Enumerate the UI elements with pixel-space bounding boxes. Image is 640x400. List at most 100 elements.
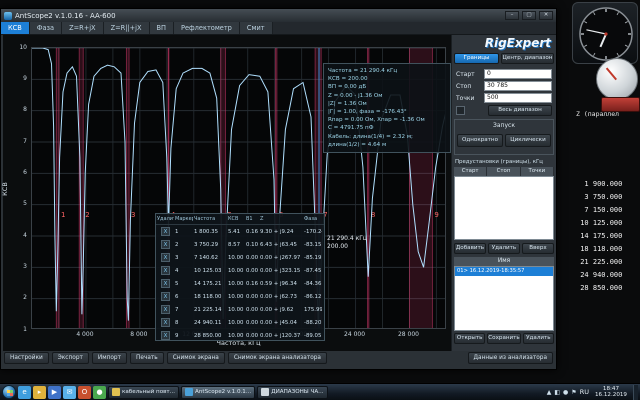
marker-cell: 10 125.03 — [193, 268, 227, 274]
delete-name-button[interactable]: Удалить — [523, 333, 554, 344]
tab-1[interactable]: Фаза — [30, 22, 62, 34]
marker-delete-cell: X — [156, 292, 174, 301]
media-player-icon[interactable]: ▶ — [48, 386, 61, 399]
marker-table: УдалитьМаркерЧастотаКСВВ1ZФазаX11 800.35… — [155, 213, 325, 341]
field-input-1[interactable]: 30 785 — [484, 81, 552, 91]
tab-4[interactable]: ВП — [150, 22, 174, 34]
delete-marker-button[interactable]: X — [161, 331, 170, 340]
settings-button[interactable]: Настройки — [4, 352, 49, 364]
field-input-2[interactable]: 500 — [484, 93, 552, 103]
import-button[interactable]: Импорт — [92, 352, 127, 364]
delete-marker-button[interactable]: X — [161, 292, 170, 301]
bounds-mode-button[interactable]: Границы — [454, 53, 499, 64]
marker-row: X11 800.355.410.169.30 + j9.24-170.24 — [156, 225, 324, 238]
tab-bar: КСВФазаZ=R+jXZ=R||+jXВПРефлектометрСмит — [1, 22, 556, 35]
marker-cell: 0.00 — [245, 255, 259, 261]
run-single-button[interactable]: Однократно — [457, 134, 503, 147]
marker-cell: 5.41 — [227, 229, 245, 235]
run-cyclic-button[interactable]: Циклически — [505, 134, 551, 147]
folder-explorer-icon[interactable]: ▸ — [33, 386, 46, 399]
screenshot-button[interactable]: Снимок экрана — [167, 352, 225, 364]
close-button[interactable]: ✕ — [539, 11, 553, 20]
taskbar-window-button[interactable]: ДИАПАЗОНЫ ЧА... — [257, 386, 327, 399]
export-button[interactable]: Экспорт — [52, 352, 89, 364]
start-button[interactable] — [2, 385, 16, 399]
taskbar-window-button[interactable]: AntScope2 v.1.0.1... — [181, 386, 255, 399]
marker-cell: 175.99 — [303, 307, 322, 313]
marker-cell: 0.00 — [245, 268, 259, 274]
center-span-mode-button[interactable]: Центр, диапазон — [501, 53, 554, 64]
marker-cell: -86.12 — [303, 294, 322, 300]
taskbar-windows: кабельный повт... AntScope2 v.1.0.1...ДИА… — [108, 386, 328, 399]
run-group: Запуск Однократно Циклически — [454, 119, 554, 155]
tab-6[interactable]: Смит — [240, 22, 273, 34]
delete-marker-button[interactable]: X — [161, 266, 170, 275]
presets-list[interactable] — [454, 176, 554, 240]
delete-marker-button[interactable]: X — [161, 240, 170, 249]
minimize-button[interactable]: – — [505, 11, 519, 20]
maximize-button[interactable]: ▢ — [522, 11, 536, 20]
analyzer-data-button[interactable]: Данные из анализатора — [468, 352, 554, 364]
marker-cell: 0.00 — [245, 307, 259, 313]
gauge-gadget[interactable] — [596, 58, 638, 100]
delete-marker-button[interactable]: X — [161, 253, 170, 262]
marker-cell: 0.00 — [245, 294, 259, 300]
side-panel: RigExpert Границы Центр, диапазон Весь д… — [451, 35, 556, 351]
marker-cell: 10.00 — [227, 320, 245, 326]
up-preset-button[interactable]: Вверх — [522, 243, 554, 254]
delete-marker-button[interactable]: X — [161, 305, 170, 314]
marker-delete-cell: X — [156, 227, 174, 236]
quick-launch: e▸▶✉O● — [18, 386, 106, 399]
delete-marker-button[interactable]: X — [161, 227, 170, 236]
antscope-window: AntScope2 v.1.0.16 - AA-600 – ▢ ✕ КСВФаз… — [0, 8, 557, 370]
language-indicator[interactable]: RU — [580, 388, 589, 396]
tray-icon[interactable]: ⚑ — [571, 389, 576, 396]
print-button[interactable]: Печать — [130, 352, 164, 364]
tray-icon[interactable]: ▲ — [547, 389, 552, 396]
full-range-button[interactable]: Весь диапазон — [488, 105, 552, 116]
rigexpert-logo: RigExpert — [485, 36, 551, 50]
save-button[interactable]: Сохранить — [487, 333, 520, 344]
marker-table-header-row: УдалитьМаркерЧастотаКСВВ1ZФаза — [156, 214, 324, 225]
taskbar-window-label: кабельный повт... — [122, 389, 175, 395]
field-input-0[interactable]: 0 — [484, 69, 552, 79]
marker-cell: 9.30 + j9.24 — [259, 229, 303, 235]
internet-explorer-icon[interactable]: e — [18, 386, 31, 399]
presets-buttons: ДобавитьУдалитьВверх — [454, 243, 554, 254]
tab-3[interactable]: Z=R||+jX — [104, 22, 150, 34]
x-tick-label: 24 000 — [344, 331, 365, 338]
tab-5[interactable]: Рефлектометр — [174, 22, 240, 34]
green-app-icon[interactable]: ● — [93, 386, 106, 399]
office-app-icon[interactable]: O — [78, 386, 91, 399]
marker-table-header: Удалить — [156, 216, 174, 222]
show-desktop-button[interactable] — [633, 385, 638, 400]
tab-2[interactable]: Z=R+jX — [62, 22, 104, 34]
tray-icon[interactable]: ● — [563, 389, 568, 396]
marker-cell: 1 800.35 — [193, 229, 227, 235]
marker-cell: 0.10 — [245, 242, 259, 248]
delete-marker-button[interactable]: X — [161, 279, 170, 288]
marker-cell: 0.16 — [245, 229, 259, 235]
add-preset-button[interactable]: Добавить — [454, 243, 486, 254]
presets-title: Предустановки (границы), кГц — [455, 159, 543, 165]
mail-icon[interactable]: ✉ — [63, 386, 76, 399]
analog-clock — [573, 3, 639, 65]
marker-cell: 0.00 + j45.04 — [259, 320, 303, 326]
clock-gadget[interactable] — [572, 2, 638, 64]
run-group-title: Запуск — [455, 122, 553, 129]
tab-0[interactable]: КСВ — [1, 22, 30, 34]
taskbar-clock[interactable]: 18:47 16.12.2019 — [592, 386, 630, 399]
marker-row: X721 225.1410.000.000.00 + j9.62175.99 — [156, 303, 324, 316]
taskbar-window-button[interactable]: кабельный повт... — [108, 386, 179, 399]
delete-marker-button[interactable]: X — [161, 318, 170, 327]
preset-name-item[interactable]: 01> 16.12.2019-18:35:57 — [455, 267, 553, 276]
y-tick-label: 3 — [5, 263, 27, 270]
marker-cell: 9 — [174, 333, 193, 339]
open-button[interactable]: Открыть — [454, 333, 485, 344]
name-list[interactable]: 01> 16.12.2019-18:35:57 — [454, 266, 554, 331]
panel-checkbox[interactable] — [456, 106, 465, 115]
analyzer-screenshot-button[interactable]: Снимок экрана анализатора — [228, 352, 327, 364]
title-bar[interactable]: AntScope2 v.1.0.16 - AA-600 – ▢ ✕ — [1, 9, 556, 22]
delete-preset-button[interactable]: Удалить — [488, 243, 520, 254]
tray-icon[interactable]: ◧ — [554, 389, 560, 396]
